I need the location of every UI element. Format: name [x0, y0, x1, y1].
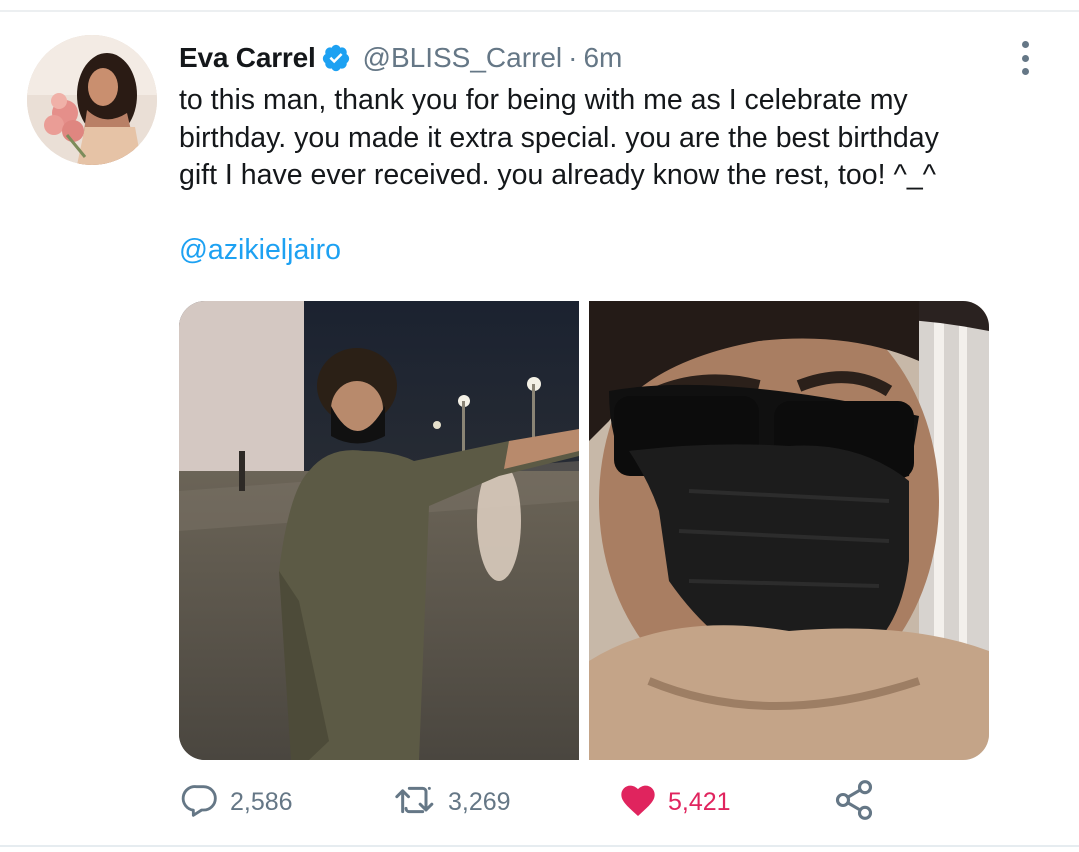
author-name[interactable]: Eva Carrel — [179, 42, 316, 74]
tweet-header: Eva Carrel @BLISS_Carrel · 6m — [179, 40, 622, 76]
bottom-divider — [0, 845, 1079, 847]
photo-1[interactable] — [179, 301, 579, 760]
retweet-icon — [394, 780, 438, 825]
avatar[interactable] — [27, 35, 157, 165]
more-vertical-icon[interactable] — [1013, 38, 1037, 78]
like-button[interactable]: 5,421 — [618, 780, 731, 824]
tweet-actions: 2,586 3,269 5,421 — [180, 778, 1060, 827]
heart-icon — [618, 780, 658, 825]
retweet-button[interactable]: 3,269 — [394, 780, 511, 824]
header-separator: · — [568, 42, 578, 73]
tweet-text-line: birthday. you made it extra special. you… — [179, 121, 939, 154]
author-handle[interactable]: @BLISS_Carrel — [363, 42, 563, 74]
tweet-text: to this man, thank you for being with me… — [179, 82, 1049, 195]
tweet-text-line: to this man, thank you for being with me… — [179, 84, 908, 116]
reply-button[interactable]: 2,586 — [180, 780, 293, 824]
tweet-media — [179, 301, 989, 760]
reply-icon — [180, 780, 220, 825]
tweet-text-line: gift I have ever received. you already k… — [179, 159, 937, 191]
mention-link[interactable]: @azikieljairo — [179, 234, 341, 267]
like-count: 5,421 — [668, 787, 731, 816]
tweet-timestamp[interactable]: 6m — [583, 42, 622, 74]
verified-badge-icon — [321, 43, 351, 73]
share-icon — [832, 778, 876, 827]
retweet-count: 3,269 — [448, 787, 511, 816]
top-divider — [0, 0, 1079, 12]
share-button[interactable] — [832, 778, 876, 827]
photo-2[interactable] — [589, 301, 989, 760]
reply-count: 2,586 — [230, 787, 293, 816]
